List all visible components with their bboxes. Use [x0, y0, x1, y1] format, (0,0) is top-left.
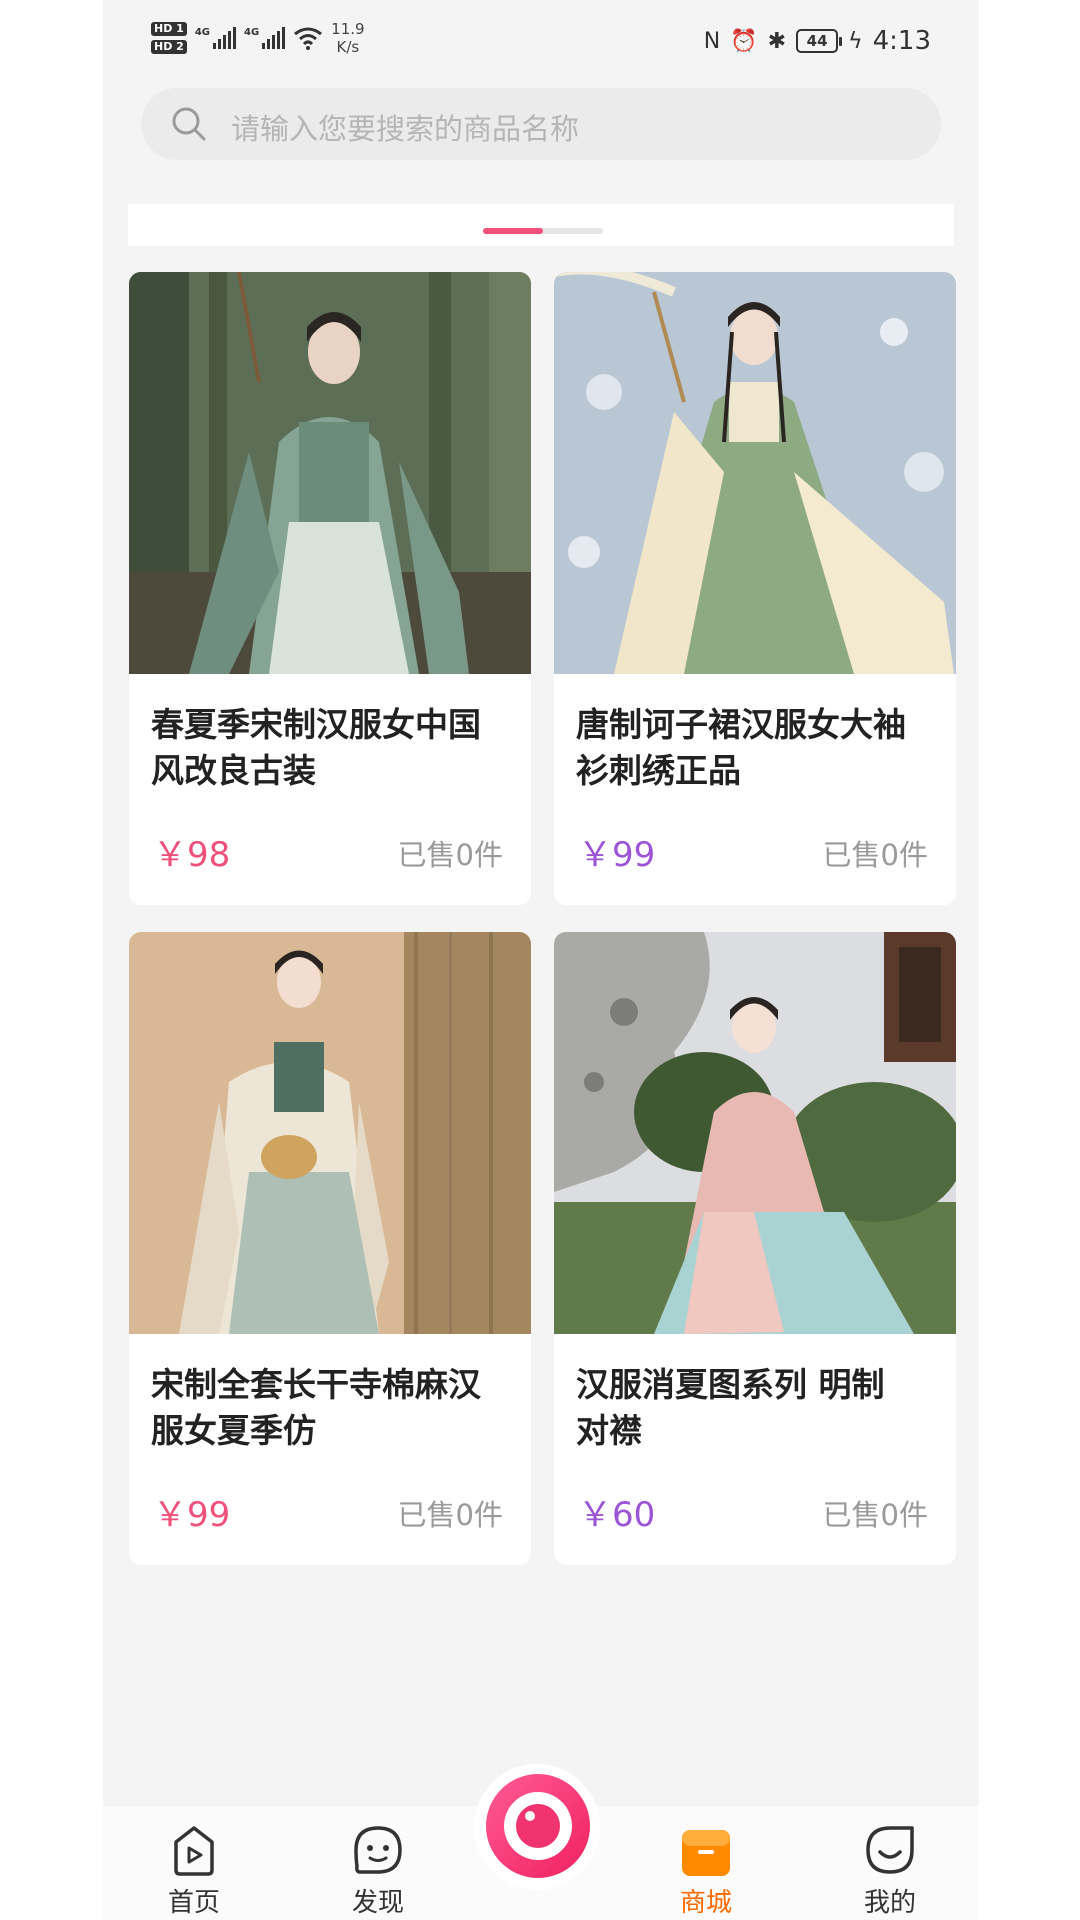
product-image-tang-hanfu-umbrella[interactable] [554, 272, 956, 674]
hd2-badge: HD 2 [151, 40, 187, 54]
play-icon [174, 1826, 214, 1876]
banner-carousel[interactable] [128, 204, 954, 246]
smile-icon [866, 1826, 914, 1874]
tab-home[interactable]: 首页 [139, 1820, 249, 1919]
charging-icon: ϟ [848, 28, 863, 54]
search-input[interactable]: 请输入您要搜索的商品名称 [231, 106, 579, 148]
product-price: ￥60 [578, 1495, 656, 1535]
product-sold-count: 已售0件 [397, 838, 503, 872]
product-price: ￥99 [153, 1495, 231, 1535]
tab-home-label: 首页 [167, 1888, 220, 1918]
product-title: 春夏季宋制汉服女中国风改良古装 [151, 705, 481, 790]
tab-mall-label: 商城 [679, 1888, 732, 1918]
product-title: 宋制全套长干寺棉麻汉服女夏季仿 [151, 1365, 481, 1450]
app-screen: HD 1 HD 2 4G 4G 11.9 K/s N ⏰ ✱ 44 ϟ 4:13… [103, 0, 979, 1920]
product-card[interactable]: 汉服消夏图系列 明制对襟 ￥60 已售0件 [554, 932, 956, 1565]
tab-discover[interactable]: 发现 [323, 1820, 433, 1919]
network-speed: 11.9 K/s [331, 20, 364, 56]
shop-icon [682, 1830, 730, 1876]
hd-indicators: HD 1 HD 2 [151, 22, 187, 54]
carousel-indicator [483, 228, 603, 234]
status-bar: HD 1 HD 2 4G 4G 11.9 K/s N ⏰ ✱ 44 ϟ 4:13 [103, 0, 979, 80]
product-image-ming-hanfu-garden[interactable] [554, 932, 956, 1334]
product-card[interactable]: 春夏季宋制汉服女中国风改良古装 ￥98 已售0件 [129, 272, 531, 905]
wifi-icon [294, 27, 323, 50]
product-sold-count: 已售0件 [397, 1498, 503, 1532]
product-card[interactable]: 唐制诃子裙汉服女大袖衫刺绣正品 ￥99 已售0件 [554, 272, 956, 905]
carousel-indicator-active [483, 228, 543, 234]
battery-icon: 44 [796, 29, 843, 53]
speed-value: 11.9 [331, 20, 365, 38]
product-title: 汉服消夏图系列 明制对襟 [576, 1365, 885, 1450]
product-price: ￥98 [153, 835, 231, 875]
product-price: ￥99 [578, 835, 656, 875]
product-sold-count: 已售0件 [822, 838, 928, 872]
status-right: N ⏰ ✱ 44 ϟ 4:13 [704, 26, 931, 56]
product-title: 唐制诃子裙汉服女大袖衫刺绣正品 [576, 705, 906, 790]
hd1-badge: HD 1 [151, 22, 187, 36]
product-image-song-hanfu-fan[interactable] [129, 932, 531, 1334]
search-bar[interactable]: 请输入您要搜索的商品名称 [141, 88, 941, 160]
product-card[interactable]: 宋制全套长干寺棉麻汉服女夏季仿 ￥99 已售0件 [129, 932, 531, 1565]
signal-2-icon: 4G [244, 27, 286, 49]
chat-face-icon [354, 1826, 402, 1874]
bluetooth-icon: ✱ [767, 28, 787, 54]
tab-mall[interactable]: 商城 [651, 1820, 761, 1919]
tab-discover-label: 发现 [351, 1888, 404, 1918]
product-image-green-hanfu-bamboo[interactable] [129, 272, 531, 674]
camera-center-button[interactable] [474, 1764, 600, 1890]
product-sold-count: 已售0件 [822, 1498, 928, 1532]
search-icon [172, 107, 206, 141]
net-type-1: 4G [194, 27, 210, 38]
nfc-icon: N [703, 28, 721, 54]
tab-mine[interactable]: 我的 [835, 1820, 945, 1919]
signal-1-icon: 4G [195, 27, 236, 49]
tab-mine-label: 我的 [863, 1888, 916, 1918]
net-type-2: 4G [244, 27, 260, 38]
status-left: HD 1 HD 2 4G 4G 11.9 K/s [151, 20, 365, 56]
speed-unit: K/s [336, 38, 360, 56]
camera-icon [486, 1774, 590, 1878]
alarm-icon: ⏰ [730, 28, 758, 54]
clock: 4:13 [872, 26, 931, 56]
